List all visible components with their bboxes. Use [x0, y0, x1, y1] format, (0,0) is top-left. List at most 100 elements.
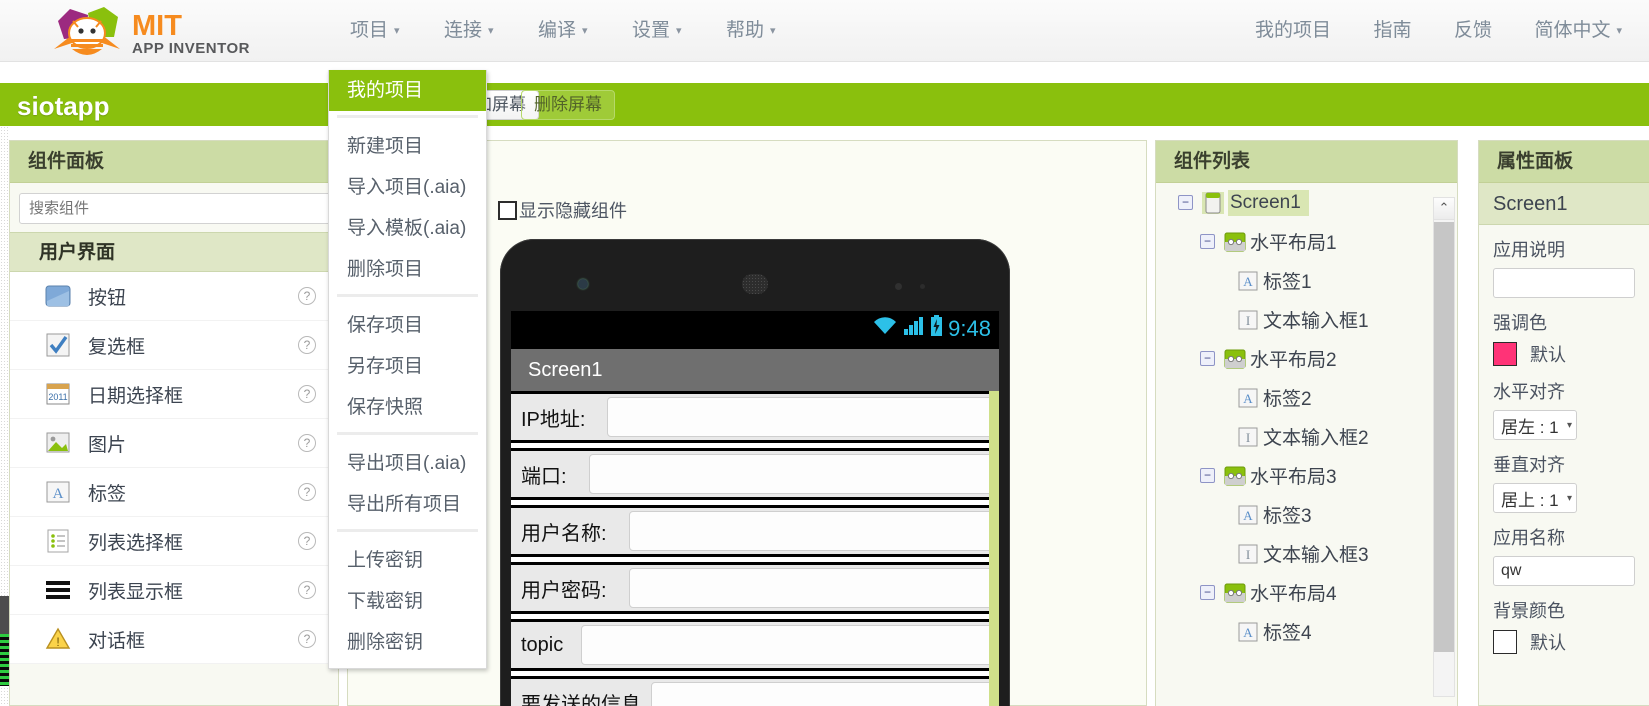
screen-scroll-indicator [989, 391, 999, 706]
textbox-4[interactable] [629, 568, 994, 608]
menu-option-download-keystore[interactable]: 下载密钥 [329, 581, 486, 622]
components-scrollbar[interactable]: ⌃ [1433, 197, 1455, 697]
textbox-2[interactable] [589, 454, 994, 494]
help-icon[interactable]: ? [298, 385, 316, 403]
textbox-icon: I [1237, 426, 1259, 448]
tree-node-screen1[interactable]: − Screen1 [1156, 183, 1457, 222]
palette-item-listview[interactable]: 列表显示框 ? [10, 566, 338, 615]
palette-category-user-interface[interactable]: 用户界面 [10, 232, 338, 272]
menu-option-import-project[interactable]: 导入项目(.aia) [329, 167, 486, 208]
horizontal-arrangement-2[interactable]: 端口: [511, 448, 999, 500]
menu-option-delete-keystore[interactable]: 删除密钥 [329, 622, 486, 663]
textbox-3[interactable] [629, 511, 994, 551]
horizontal-arrangement-5[interactable]: topic [511, 619, 999, 671]
phone-screen[interactable]: 9:48 Screen1 IP地址: 端口: 用户名称: 用户密码: topic… [511, 311, 999, 706]
chevron-down-icon: ▾ [582, 25, 588, 37]
help-icon[interactable]: ? [298, 483, 316, 501]
app-root: MIT APP INVENTOR 项目 ▾ 连接 ▾ 编译 ▾ 设置 ▾ 帮助 ▾ 我 [0, 0, 1649, 706]
app-description-input[interactable] [1493, 268, 1635, 298]
tree-node-label1[interactable]: A 标签1 [1156, 261, 1457, 300]
vertical-align-select[interactable]: 居上 : 1 ▾ [1493, 483, 1577, 513]
project-title: siotapp [17, 91, 110, 121]
horizontal-align-select[interactable]: 居左 : 1 ▾ [1493, 410, 1577, 440]
textbox-5[interactable] [581, 625, 994, 665]
collapse-toggle-icon[interactable]: − [1200, 234, 1215, 249]
menu-option-new-project[interactable]: 新建项目 [329, 126, 486, 167]
menu-language[interactable]: 简体中文 ▾ [1515, 0, 1641, 62]
scroll-up-icon[interactable]: ⌃ [1434, 198, 1454, 220]
tree-node-harrangement1[interactable]: − 水平布局1 [1156, 222, 1457, 261]
horizontal-arrangement-6[interactable]: 要发送的信息 [511, 676, 999, 706]
horizontal-arrangement-1[interactable]: IP地址: [511, 391, 999, 443]
accent-color-picker[interactable]: 默认 [1493, 341, 1649, 367]
tree-node-label2[interactable]: A 标签2 [1156, 378, 1457, 417]
help-icon[interactable]: ? [298, 287, 316, 305]
delete-screen-button[interactable]: 删除屏幕 [521, 90, 615, 120]
tree-node-textbox3[interactable]: I 文本输入框3 [1156, 534, 1457, 573]
tree-node-harrangement2[interactable]: − 水平布局2 [1156, 339, 1457, 378]
accent-color-swatch[interactable] [1493, 342, 1517, 366]
collapse-toggle-icon[interactable]: − [1200, 585, 1215, 600]
menu-option-delete-project[interactable]: 删除项目 [329, 249, 486, 290]
palette-panel: 组件面板 用户界面 按钮 ? 复选框 ? [9, 140, 339, 706]
menu-guide[interactable]: 指南 [1355, 0, 1431, 62]
horizontal-arrangement-3[interactable]: 用户名称: [511, 505, 999, 557]
palette-item-checkbox[interactable]: 复选框 ? [10, 321, 338, 370]
help-icon[interactable]: ? [298, 532, 316, 550]
menu-connect[interactable]: 连接 ▾ [424, 0, 514, 62]
menu-help[interactable]: 帮助 ▾ [706, 0, 796, 62]
textbox-1[interactable] [607, 397, 994, 437]
palette-item-image[interactable]: 图片 ? [10, 419, 338, 468]
help-icon[interactable]: ? [298, 581, 316, 599]
help-icon[interactable]: ? [298, 434, 316, 452]
menu-build[interactable]: 编译 ▾ [518, 0, 608, 62]
menu-settings[interactable]: 设置 ▾ [612, 0, 702, 62]
menu-option-export-project[interactable]: 导出项目(.aia) [329, 443, 486, 484]
menu-option-import-template[interactable]: 导入模板(.aia) [329, 208, 486, 249]
help-icon[interactable]: ? [298, 336, 316, 354]
palette-item-button[interactable]: 按钮 ? [10, 272, 338, 321]
palette-item-label[interactable]: A 标签 ? [10, 468, 338, 517]
menu-option-save-project-as[interactable]: 另存项目 [329, 346, 486, 387]
palette-item-listpicker[interactable]: 列表选择框 ? [10, 517, 338, 566]
show-hidden-components-row[interactable]: 显示隐藏组件 [498, 197, 627, 223]
app-name-input[interactable] [1493, 556, 1635, 586]
background-color-swatch[interactable] [1493, 630, 1517, 654]
horizontal-arrangement-4[interactable]: 用户密码: [511, 562, 999, 614]
mit-app-inventor-logo[interactable]: MIT APP INVENTOR [42, 5, 252, 59]
tree-node-label3[interactable]: A 标签3 [1156, 495, 1457, 534]
collapse-toggle-icon[interactable]: − [1178, 195, 1193, 210]
collapse-toggle-icon[interactable]: − [1200, 351, 1215, 366]
palette-item-datepicker[interactable]: 2011 日期选择框 ? [10, 370, 338, 419]
horizontal-align-value: 居左 : 1 [1501, 417, 1559, 437]
menu-option-upload-keystore[interactable]: 上传密钥 [329, 540, 486, 581]
label-icon: A [1237, 270, 1259, 292]
horizontal-arrangement-icon [1224, 231, 1246, 253]
background-color-picker[interactable]: 默认 [1493, 629, 1649, 655]
scrollbar-thumb[interactable] [1434, 222, 1454, 652]
show-hidden-checkbox[interactable] [498, 200, 517, 220]
property-label: 背景颜色 [1493, 601, 1565, 621]
collapse-toggle-icon[interactable]: − [1200, 468, 1215, 483]
accent-color-value: 默认 [1530, 345, 1566, 365]
tree-node-textbox2[interactable]: I 文本输入框2 [1156, 417, 1457, 456]
menu-project[interactable]: 项目 ▾ [330, 0, 420, 62]
menu-option-export-all-projects[interactable]: 导出所有项目 [329, 484, 486, 525]
tree-node-label4[interactable]: A 标签4 [1156, 612, 1457, 651]
palette-item-notifier[interactable]: ! 对话框 ? [10, 615, 338, 664]
menu-feedback[interactable]: 反馈 [1435, 0, 1511, 62]
help-icon[interactable]: ? [298, 630, 316, 648]
palette-search-input[interactable] [19, 193, 331, 224]
menu-option-save-snapshot[interactable]: 保存快照 [329, 387, 486, 428]
tree-node-harrangement3[interactable]: − 水平布局3 [1156, 456, 1457, 495]
menu-option-my-projects[interactable]: 我的项目 [329, 70, 486, 111]
tree-node-harrangement4[interactable]: − 水平布局4 [1156, 573, 1457, 612]
chevron-down-icon: ▾ [394, 25, 400, 37]
tree-node-textbox1[interactable]: I 文本输入框1 [1156, 300, 1457, 339]
svg-text:APP INVENTOR: APP INVENTOR [132, 40, 250, 57]
menu-option-save-project[interactable]: 保存项目 [329, 305, 486, 346]
textbox-6[interactable] [651, 682, 994, 706]
menu-my-projects[interactable]: 我的项目 [1236, 0, 1350, 62]
tree-node-label: 标签2 [1263, 389, 1312, 410]
project-menu-dropdown: 我的项目 新建项目 导入项目(.aia) 导入模板(.aia) 删除项目 保存项… [328, 70, 487, 669]
